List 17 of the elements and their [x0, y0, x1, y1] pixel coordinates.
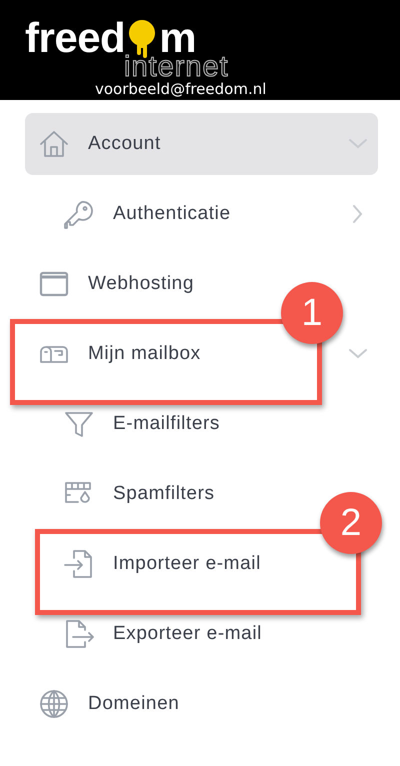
menu-item[interactable]: Spamfilters [50, 463, 227, 525]
globe-icon [38, 688, 70, 720]
menu-item[interactable]: Domeinen [25, 673, 192, 735]
menu-item[interactable]: Webhosting [25, 253, 206, 315]
account-email: voorbeeld@freedom.nl [95, 80, 266, 98]
menu-item[interactable]: Account [25, 113, 378, 175]
home-icon [38, 128, 70, 160]
menu-item[interactable]: Importeer e-mail [50, 533, 273, 595]
key-icon [63, 198, 95, 230]
step-badge: 1 [281, 282, 343, 344]
file-export-icon [63, 618, 95, 650]
file-import-icon [63, 548, 95, 580]
menu-item[interactable]: Mijn mailbox [25, 323, 213, 385]
menu-item[interactable]: Exporteer e-mail [50, 603, 274, 665]
menu-item[interactable]: E-mailfilters [50, 393, 232, 455]
menu-item[interactable]: Authenticatie [50, 183, 243, 245]
step-badge: 2 [320, 492, 382, 554]
